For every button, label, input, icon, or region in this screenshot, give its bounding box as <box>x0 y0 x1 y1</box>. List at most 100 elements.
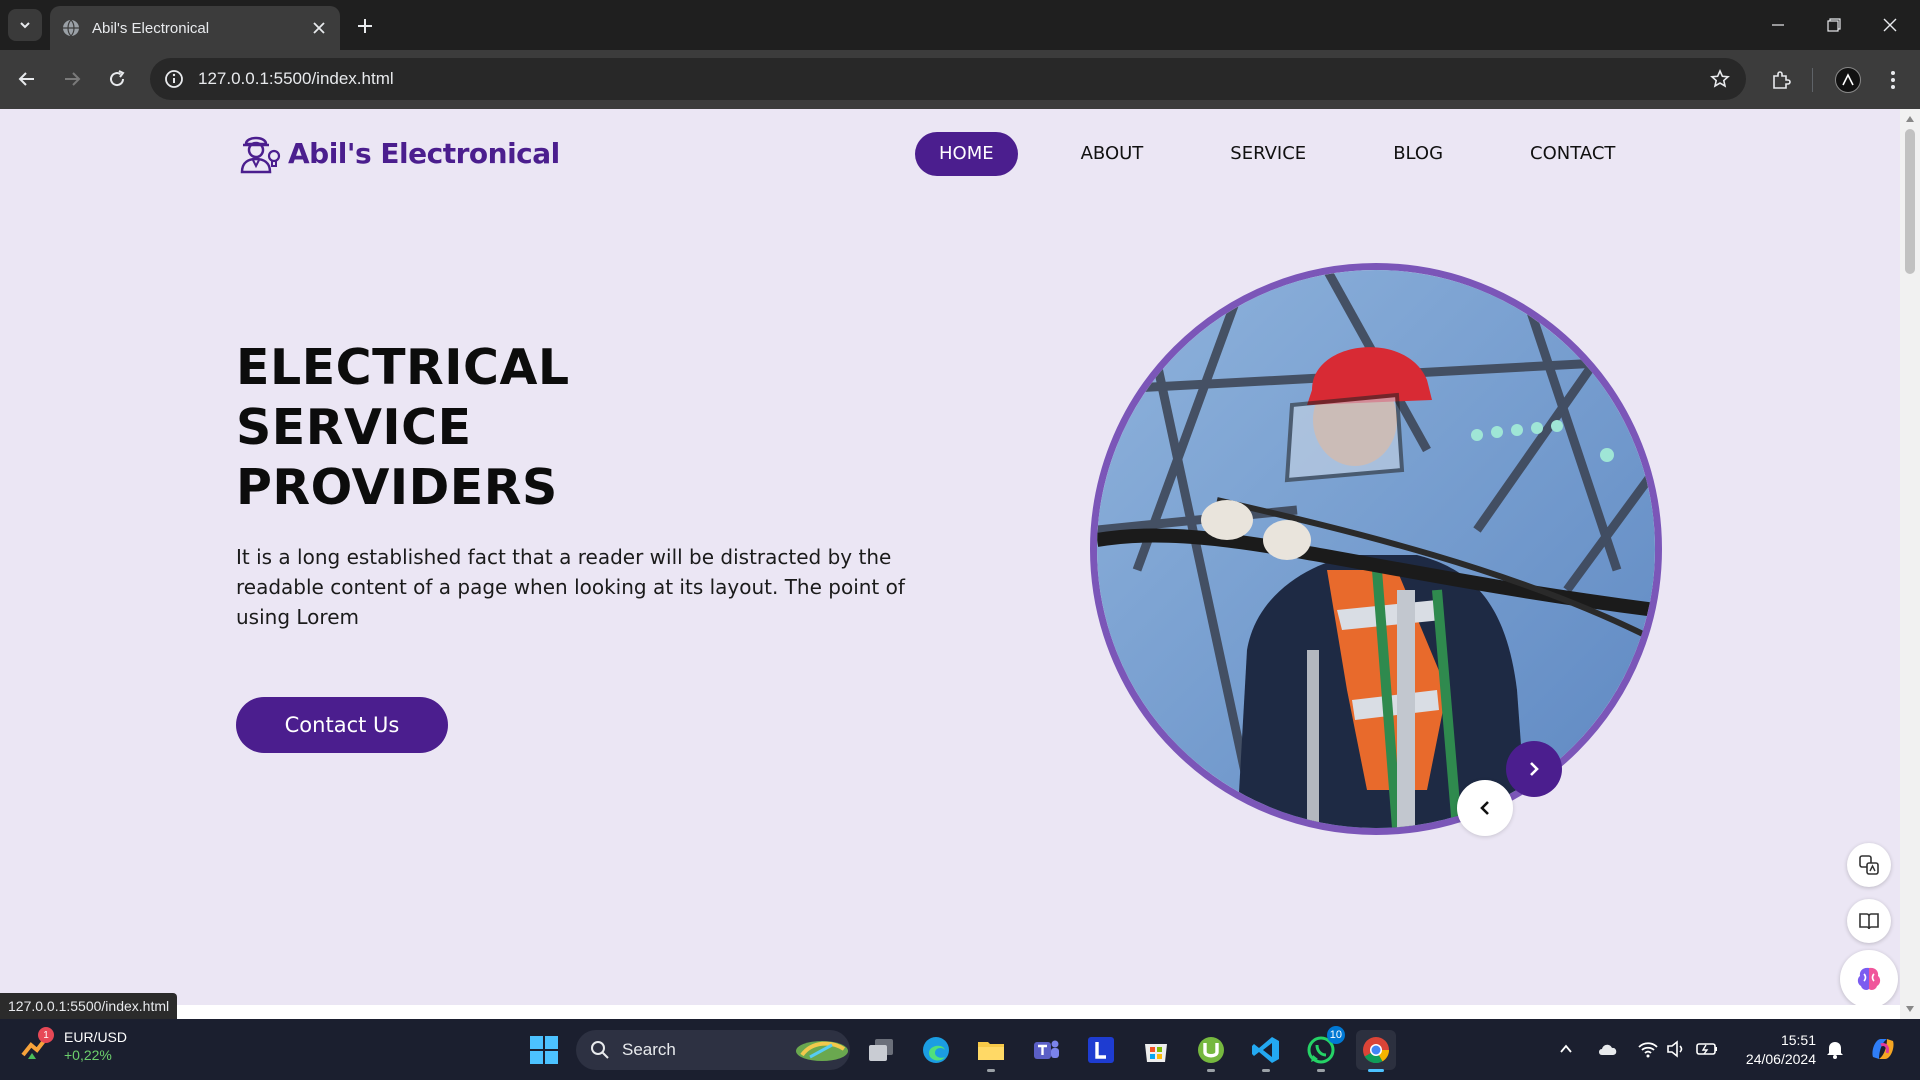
reload-button[interactable] <box>102 64 132 94</box>
triangle-down-icon <box>1906 1006 1914 1012</box>
onedrive-button[interactable] <box>1596 1037 1620 1061</box>
nav-about[interactable]: ABOUT <box>1057 132 1168 176</box>
teams-icon <box>1034 1040 1059 1059</box>
restore-button[interactable] <box>1806 0 1862 50</box>
windows-logo-icon <box>530 1036 558 1064</box>
utorrent-icon <box>1198 1037 1224 1063</box>
edge-app[interactable] <box>916 1030 956 1070</box>
page-viewport: Abil's Electronical HOME ABOUT SERVICE B… <box>0 109 1920 1019</box>
ticker-symbol: EUR/USD <box>64 1029 128 1045</box>
reload-icon <box>110 70 125 87</box>
scroll-up-arrow[interactable] <box>1904 113 1916 125</box>
scroll-thumb[interactable] <box>1905 129 1915 274</box>
browser-toolbar: 127.0.0.1:5500/index.html <box>0 50 1920 109</box>
contact-us-button[interactable]: Contact Us <box>236 697 448 753</box>
browser-tab[interactable]: Abil's Electronical <box>50 6 340 50</box>
copilot-icon <box>1872 1039 1894 1059</box>
translate-tool-button[interactable] <box>1847 843 1891 887</box>
url-text[interactable]: 127.0.0.1:5500/index.html <box>198 69 1700 89</box>
back-button[interactable] <box>12 64 42 94</box>
start-button[interactable] <box>524 1030 564 1070</box>
utorrent-app[interactable] <box>1191 1030 1231 1072</box>
close-icon <box>1883 18 1897 32</box>
new-tab-button[interactable] <box>352 13 378 39</box>
show-hidden-icons-button[interactable] <box>1554 1037 1578 1061</box>
chrome-app[interactable] <box>1356 1030 1396 1072</box>
hero-title: ELECTRICAL SERVICE PROVIDERS <box>236 338 570 518</box>
ticker-change: +0,22% <box>64 1047 112 1063</box>
brain-icon <box>1857 967 1881 990</box>
volume-button[interactable] <box>1664 1037 1688 1061</box>
bell-icon <box>1827 1042 1843 1059</box>
close-window-button[interactable] <box>1862 0 1918 50</box>
search-label: Search <box>622 1040 676 1059</box>
avatar <box>1835 67 1861 93</box>
carousel-next-button[interactable] <box>1506 741 1562 797</box>
wifi-button[interactable] <box>1636 1037 1660 1061</box>
file-explorer-app[interactable] <box>971 1030 1011 1072</box>
taskbar-search[interactable]: Search <box>576 1030 850 1070</box>
extensions-button[interactable] <box>1765 64 1797 96</box>
battery-charging-icon <box>1696 1043 1717 1055</box>
search-icon <box>591 1041 609 1059</box>
arrow-left-icon <box>18 72 34 86</box>
address-bar[interactable]: 127.0.0.1:5500/index.html <box>150 58 1746 100</box>
teams-app[interactable] <box>1026 1030 1066 1070</box>
nav-blog[interactable]: BLOG <box>1369 132 1467 176</box>
clock-time: 15:51 <box>1780 1032 1816 1048</box>
nav-contact[interactable]: CONTACT <box>1506 132 1639 176</box>
info-icon <box>165 70 183 88</box>
browser-menu-button[interactable] <box>1877 64 1909 96</box>
store-app[interactable] <box>1136 1030 1176 1070</box>
reading-mode-button[interactable] <box>1847 899 1891 943</box>
folder-icon <box>978 1042 1004 1060</box>
carousel-prev-button[interactable] <box>1457 780 1513 836</box>
plus-icon <box>358 19 372 33</box>
scroll-down-arrow[interactable] <box>1904 1003 1916 1015</box>
nav-service[interactable]: SERVICE <box>1206 132 1330 176</box>
hero-image <box>1090 263 1662 835</box>
site-logo[interactable]: Abil's Electronical <box>236 130 560 176</box>
notifications-button[interactable] <box>1823 1037 1847 1061</box>
forward-button[interactable] <box>57 64 87 94</box>
chevron-right-icon <box>1530 762 1539 776</box>
notification-badge: 1 <box>38 1027 54 1043</box>
hero-title-line: SERVICE <box>236 399 472 456</box>
tab-search-button[interactable] <box>8 9 42 41</box>
vscode-icon <box>1252 1037 1279 1063</box>
vscode-app[interactable] <box>1246 1030 1286 1072</box>
nav-home[interactable]: HOME <box>915 132 1018 176</box>
notification-badge: 10 <box>1326 1026 1345 1044</box>
battery-button[interactable] <box>1695 1037 1719 1061</box>
translate-icon <box>1859 855 1879 875</box>
electrician-photo <box>1097 270 1655 828</box>
ai-assistant-button[interactable] <box>1840 950 1898 1008</box>
copilot-button[interactable] <box>1866 1032 1900 1066</box>
clock[interactable]: 15:51 24/06/2024 <box>1730 1031 1816 1069</box>
book-icon <box>1859 913 1879 930</box>
site-info-button[interactable] <box>156 61 192 97</box>
whatsapp-app[interactable]: 10 <box>1301 1026 1345 1072</box>
close-icon[interactable] <box>310 19 328 37</box>
l-app[interactable] <box>1081 1030 1121 1070</box>
tab-title: Abil's Electronical <box>92 19 210 37</box>
minimize-icon <box>1772 24 1784 26</box>
page-scrollbar[interactable] <box>1900 109 1920 1019</box>
clock-date: 24/06/2024 <box>1745 1051 1816 1067</box>
l-letter-icon <box>1088 1037 1114 1063</box>
main-nav: HOME ABOUT SERVICE BLOG CONTACT <box>915 132 1639 176</box>
profile-button[interactable] <box>1832 64 1864 96</box>
toolbar-separator <box>1812 68 1813 92</box>
task-view-icon <box>869 1039 893 1061</box>
status-bar-url: 127.0.0.1:5500/index.html <box>0 993 178 1019</box>
brand-name: Abil's Electronical <box>288 136 560 170</box>
hero-title-line: PROVIDERS <box>236 459 558 516</box>
hero-title-line: ELECTRICAL <box>236 339 570 396</box>
market-widget[interactable]: 1 EUR/USD +0,22% <box>20 1027 128 1063</box>
search-highlight-icon <box>796 1041 848 1061</box>
minimize-button[interactable] <box>1750 0 1806 50</box>
browser-tab-bar: Abil's Electronical <box>0 0 1920 50</box>
puzzle-icon <box>1773 71 1791 89</box>
task-view-button[interactable] <box>861 1030 901 1070</box>
bookmark-button[interactable] <box>1700 59 1740 99</box>
